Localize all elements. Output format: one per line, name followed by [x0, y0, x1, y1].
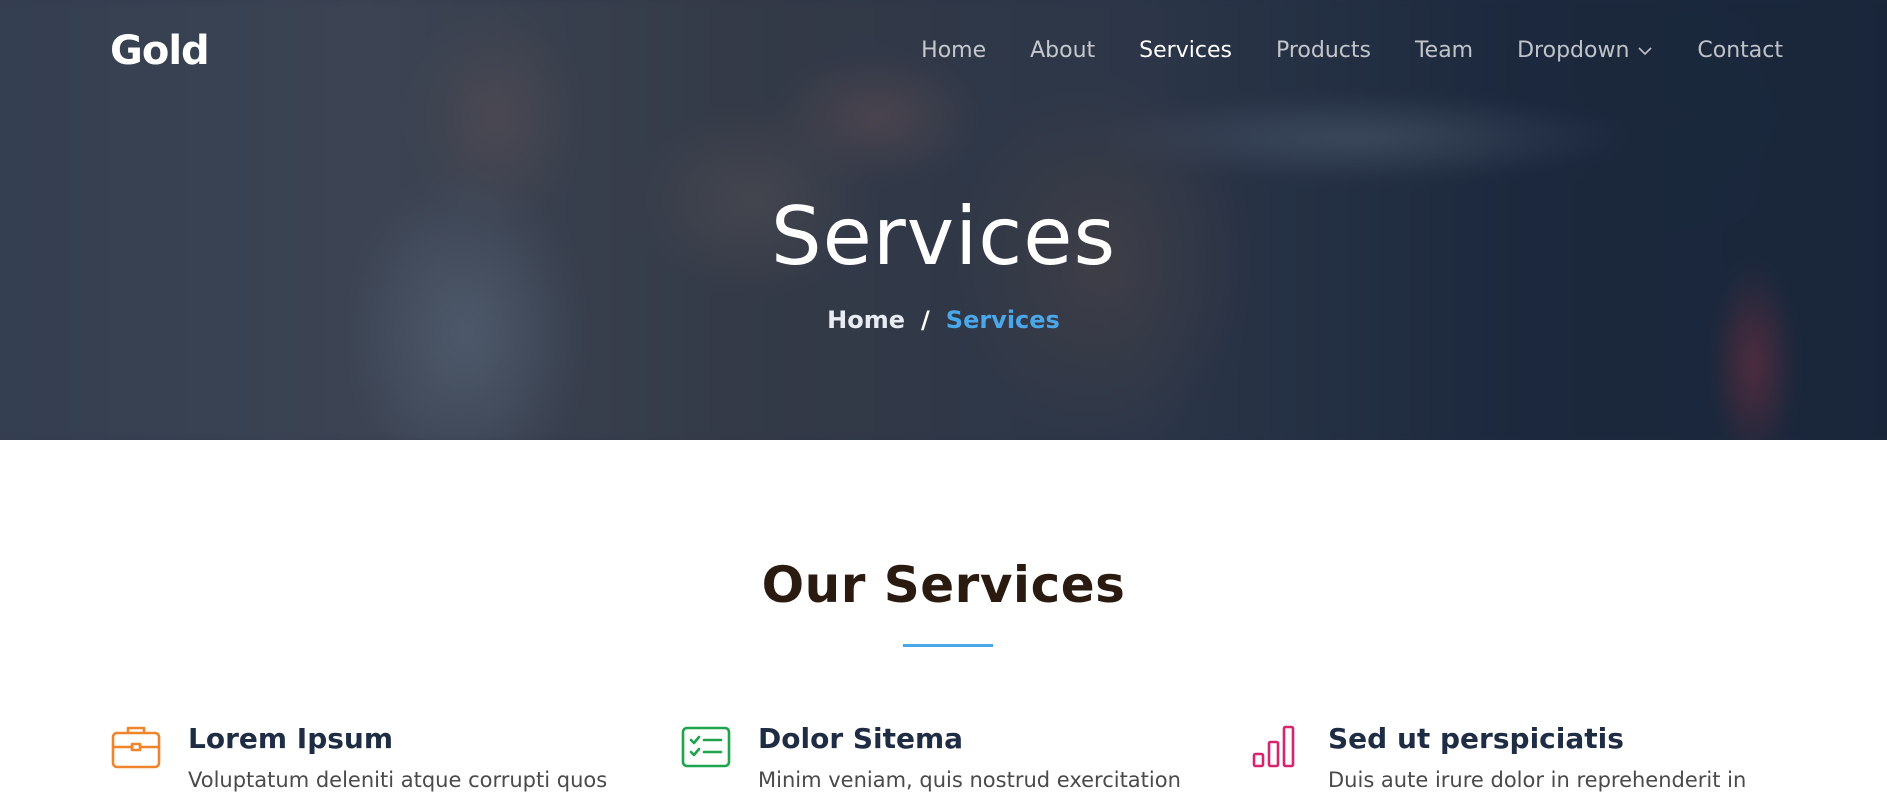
nav-services[interactable]: Services [1139, 38, 1232, 63]
nav-about[interactable]: About [1030, 38, 1095, 63]
bar-chart-icon [1252, 725, 1295, 768]
nav-home[interactable]: Home [921, 38, 986, 63]
breadcrumb: Home / Services [0, 306, 1887, 334]
page-title: Services [770, 190, 1117, 283]
service-title[interactable]: Lorem Ipsum [188, 722, 393, 755]
service-item: Sed ut perspiciatis Duis aute irure dolo… [1250, 718, 1770, 792]
nav-team[interactable]: Team [1415, 38, 1473, 63]
nav-services-label: Services [1139, 38, 1232, 63]
breadcrumb-current: Services [945, 306, 1060, 334]
breadcrumb-home-link[interactable]: Home [827, 306, 905, 334]
nav-products[interactable]: Products [1276, 38, 1371, 63]
site-logo[interactable]: Gold [110, 28, 210, 74]
service-description: Duis aute irure dolor in reprehenderit i… [1328, 768, 1747, 792]
nav-dropdown[interactable]: Dropdown [1517, 38, 1653, 63]
nav-home-label: Home [921, 38, 987, 63]
nav-products-label: Products [1275, 38, 1371, 63]
service-item: Lorem Ipsum Voluptatum deleniti atque co… [110, 718, 630, 792]
breadcrumb-separator: / [921, 306, 930, 334]
chevron-down-icon [1638, 46, 1652, 55]
service-description: Minim veniam, quis nostrud exercitation [758, 768, 1181, 792]
main-nav: Home About Services Products Team Dropdo… [877, 38, 1783, 63]
service-title[interactable]: Dolor Sitema [758, 722, 963, 755]
nav-dropdown-label: Dropdown [1517, 38, 1630, 63]
briefcase-icon [111, 726, 161, 769]
service-title[interactable]: Sed ut perspiciatis [1328, 722, 1624, 755]
section-title: Our Services [761, 556, 1126, 614]
nav-contact[interactable]: Contact [1697, 38, 1783, 63]
service-description: Voluptatum deleniti atque corrupti quos [188, 768, 608, 792]
checklist-card-icon [681, 726, 731, 768]
service-item: Dolor Sitema Minim veniam, quis nostrud … [680, 718, 1200, 792]
hero-banner: Gold Home About Services Products Team D… [0, 0, 1887, 440]
nav-contact-label: Contact [1697, 38, 1783, 63]
nav-about-label: About [1030, 38, 1096, 63]
section-title-underline [903, 644, 993, 647]
nav-team-label: Team [1414, 38, 1474, 63]
